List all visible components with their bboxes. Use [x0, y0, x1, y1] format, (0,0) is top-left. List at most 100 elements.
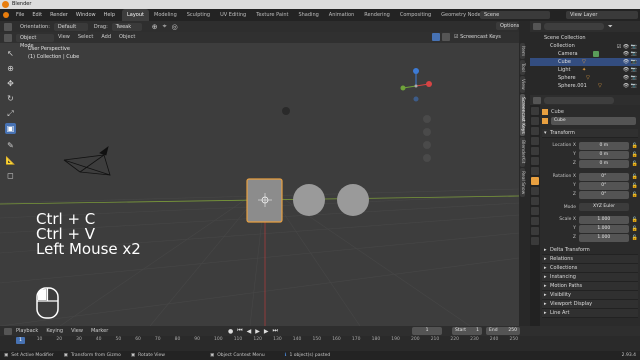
outliner-row[interactable]: Sphere.001 ▽ 👁 📷	[530, 82, 640, 90]
timeline-menu-playback[interactable]: Playback	[12, 326, 42, 336]
motion-paths-panel[interactable]: ▸ Motion Paths	[542, 282, 638, 291]
constraints-tab-icon[interactable]	[531, 217, 539, 225]
outliner-row[interactable]: Camera 👁 📷	[530, 50, 640, 58]
lock-icon[interactable]: 🔓	[632, 183, 638, 189]
outliner-editor-icon[interactable]	[533, 23, 541, 30]
visibility-icon[interactable]: 👁 📷	[623, 58, 637, 66]
visibility-icon[interactable]: 👁 📷	[623, 82, 637, 90]
scale-y-field[interactable]: 1.000	[578, 224, 629, 233]
jump-start-icon[interactable]: ⏮	[237, 327, 242, 335]
outliner-row[interactable]: Light ✦ 👁 📷	[530, 66, 640, 74]
transform-panel-header[interactable]: ▾ Transform	[542, 129, 638, 138]
object-tab-icon[interactable]	[531, 177, 539, 185]
transform-tool-icon[interactable]: ▣	[5, 123, 16, 134]
zoom-icon[interactable]	[423, 115, 431, 123]
timeline-ruler[interactable]: 1 10 20 30 40 50 60 70 80 90 100 110 120 130 140 150 16…	[0, 336, 640, 351]
outliner-row[interactable]: Cube ▽ 👁 📷	[530, 58, 640, 66]
instancing-panel[interactable]: ▸ Instancing	[542, 273, 638, 282]
ntab-item[interactable]: Item	[520, 43, 525, 60]
scene-tab-icon[interactable]	[531, 147, 539, 155]
visibility-icon[interactable]: 👁 📷	[623, 66, 637, 74]
tool-tab-icon[interactable]	[531, 107, 539, 115]
world-tab-icon[interactable]	[531, 157, 539, 165]
collections-panel[interactable]: ▸ Collections	[542, 264, 638, 273]
tab-layout[interactable]: Layout	[122, 9, 149, 21]
menu-file[interactable]: File	[12, 9, 28, 21]
select-box-icon[interactable]	[4, 22, 12, 31]
scale-tool-icon[interactable]: ⤢	[5, 108, 16, 119]
properties-search-input[interactable]	[544, 96, 614, 104]
orientation-dropdown[interactable]: Default	[53, 22, 88, 31]
outliner-row[interactable]: Scene Collection	[530, 34, 640, 42]
menu-window[interactable]: Window	[72, 9, 100, 21]
relations-panel[interactable]: ▸ Relations	[542, 255, 638, 264]
menu-help[interactable]: Help	[100, 9, 119, 21]
camera-view-icon[interactable]	[423, 141, 431, 149]
annotate-tool-icon[interactable]: ✎	[5, 140, 16, 151]
3d-viewport[interactable]: Orientation: Default Drag: Tweak ⊕ ⌖ ◎ O…	[0, 21, 519, 326]
mode-dropdown[interactable]: Object Mode	[16, 33, 54, 49]
timeline-menu-keying[interactable]: Keying	[42, 326, 67, 336]
tab-rendering[interactable]: Rendering	[359, 9, 395, 21]
timeline-menu-marker[interactable]: Marker	[87, 326, 112, 336]
data-tab-icon[interactable]	[531, 227, 539, 235]
end-frame-field[interactable]: End 250	[486, 327, 520, 335]
cursor-select-icon[interactable]: ↖	[5, 48, 16, 59]
location-y-field[interactable]: 0 m	[578, 150, 629, 159]
jump-end-icon[interactable]: ⏭	[273, 327, 278, 335]
ntab-blenderkit[interactable]: BlenderKit	[520, 137, 525, 167]
prev-keyframe-icon[interactable]: ◀	[247, 328, 252, 335]
collection-tab-icon[interactable]	[531, 167, 539, 175]
tab-animation[interactable]: Animation	[324, 9, 360, 21]
snap-icon[interactable]: ⌖	[163, 22, 167, 31]
playhead[interactable]: 1	[16, 337, 25, 344]
line-art-panel[interactable]: ▸ Line Art	[542, 309, 638, 318]
blender-menu-icon[interactable]	[0, 9, 12, 21]
visibility-icon[interactable]: 👁 📷	[623, 50, 637, 58]
lock-icon[interactable]: 🔓	[632, 174, 638, 180]
scene-selector[interactable]: Scene	[480, 11, 550, 19]
transform-pivot-icon[interactable]: ⊕	[152, 23, 158, 31]
pan-hand-icon[interactable]	[423, 128, 431, 136]
object-name-field[interactable]: Cube	[551, 117, 636, 125]
ntab-screencast-keys[interactable]: Screencast Keys	[520, 93, 525, 137]
tab-shading[interactable]: Shading	[293, 9, 323, 21]
ntab-tool[interactable]: Tool	[520, 60, 525, 75]
viewport-menu-object[interactable]: Object	[115, 32, 139, 43]
particles-tab-icon[interactable]	[531, 197, 539, 205]
record-icon[interactable]: ●	[228, 328, 233, 335]
play-icon[interactable]: ▶	[255, 328, 260, 335]
view-layer-selector[interactable]: View Layer	[566, 11, 638, 19]
options-dropdown[interactable]: Options	[496, 22, 519, 30]
viewport-menu-view[interactable]: View	[54, 32, 74, 43]
lock-icon[interactable]: 🔓	[632, 235, 638, 241]
drag-dropdown[interactable]: Tweak	[111, 22, 142, 31]
view-layer-tab-icon[interactable]	[531, 137, 539, 145]
delta-transform-panel[interactable]: ▸ Delta Transform	[542, 246, 638, 255]
view-layer-field[interactable]: View Layer	[566, 11, 638, 19]
lock-icon[interactable]: 🔓	[632, 192, 638, 198]
light-object[interactable]	[282, 107, 290, 115]
rotation-mode-dropdown[interactable]: XYZ Euler	[579, 203, 629, 211]
tab-uv-editing[interactable]: UV Editing	[215, 9, 251, 21]
outliner-row[interactable]: Sphere ▽ 👁 📷	[530, 74, 640, 82]
outliner-search-input[interactable]	[544, 23, 604, 30]
outliner-row[interactable]: Collection ☑ 👁 📷	[530, 42, 640, 50]
move-tool-icon[interactable]: ✥	[5, 78, 16, 89]
viewport-menu-add[interactable]: Add	[97, 32, 115, 43]
ntab-real-snow[interactable]: Real Snow	[520, 167, 525, 198]
rotation-y-field[interactable]: 0°	[578, 181, 629, 190]
gizmo-toggle-icon[interactable]	[432, 33, 440, 41]
ntab-view[interactable]: View	[520, 76, 525, 93]
next-keyframe-icon[interactable]: ▶	[264, 328, 269, 335]
overlay-toggle-icon[interactable]	[442, 33, 450, 41]
ortho-grid-icon[interactable]	[423, 154, 431, 162]
screencast-keys-toggle[interactable]: ☑ Screencast Keys	[454, 34, 501, 40]
lock-icon[interactable]: 🔓	[632, 143, 638, 149]
menu-render[interactable]: Render	[46, 9, 72, 21]
tab-sculpting[interactable]: Sculpting	[182, 9, 215, 21]
location-z-field[interactable]: 0 m	[578, 159, 629, 168]
viewport-display-panel[interactable]: ▸ Viewport Display	[542, 300, 638, 309]
physics-tab-icon[interactable]	[531, 207, 539, 215]
lock-icon[interactable]: 🔓	[632, 217, 638, 223]
